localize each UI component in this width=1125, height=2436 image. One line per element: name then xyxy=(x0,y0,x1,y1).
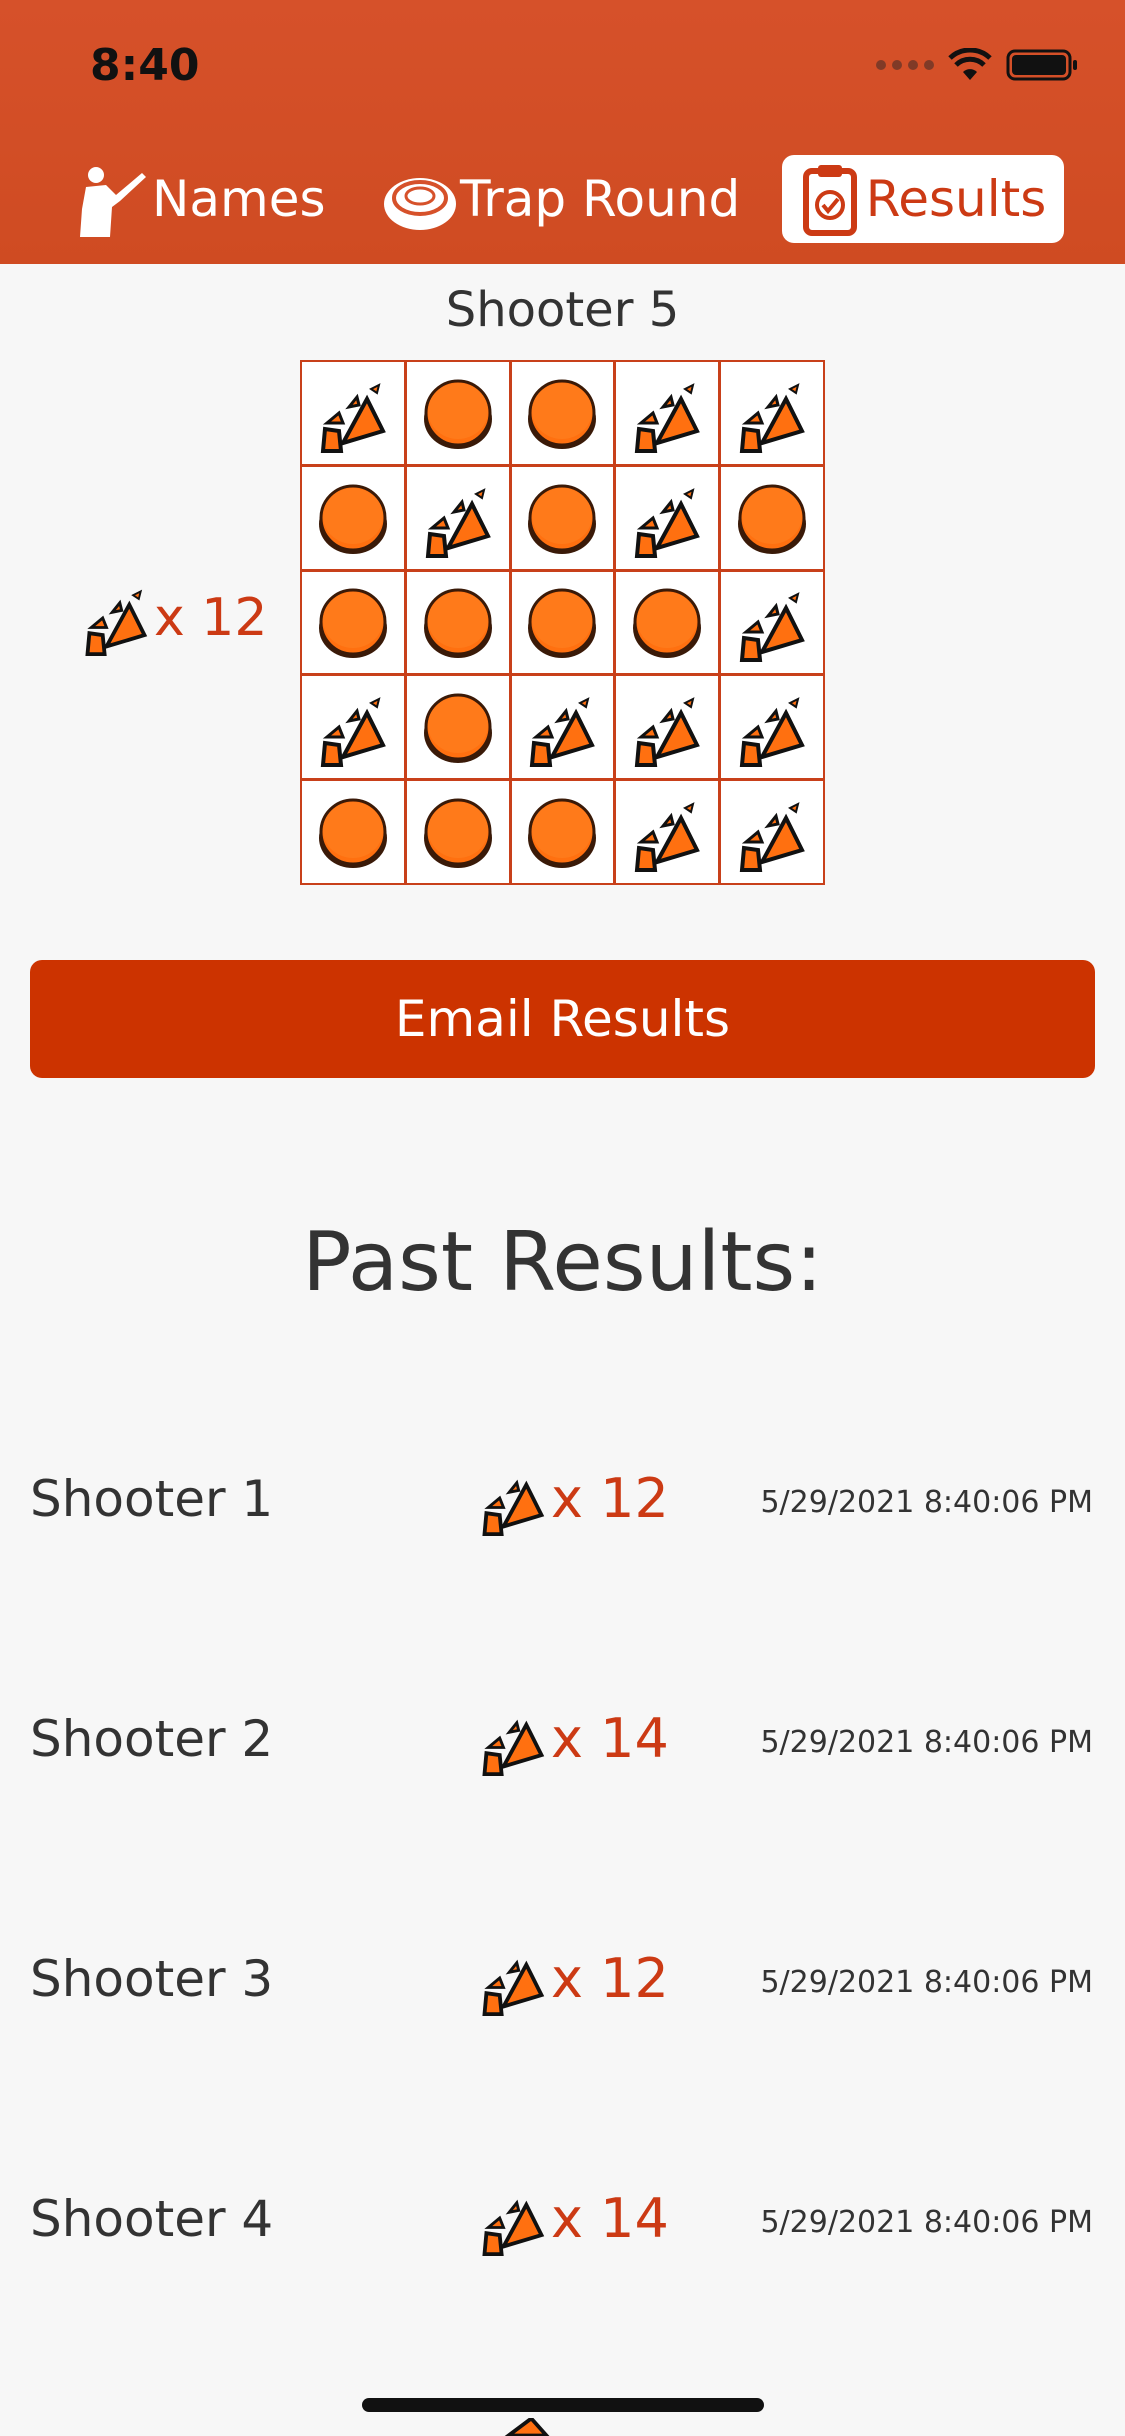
broken-clay-icon xyxy=(635,487,701,558)
clay-target-icon xyxy=(423,798,492,869)
grid-cell-miss xyxy=(406,571,509,674)
past-result-date: 5/29/2021 8:40:06 PM xyxy=(760,1725,1093,1760)
grid-cell-hit xyxy=(406,466,509,569)
grid-cell-miss xyxy=(406,676,509,779)
clay-target-icon xyxy=(423,693,492,764)
grid-cell-miss xyxy=(721,466,823,569)
clay-target-icon xyxy=(318,484,387,554)
grid-cell-hit xyxy=(616,362,719,464)
clay-target-icon xyxy=(384,178,456,230)
past-result-score-text: x 14 xyxy=(551,1706,669,1770)
grid-cell-hit xyxy=(721,571,823,674)
past-result-score: x 12 xyxy=(475,1460,669,1536)
broken-clay-icon xyxy=(425,487,491,558)
clay-target-icon xyxy=(528,588,597,659)
current-shooter-title: Shooter 5 xyxy=(445,282,680,338)
current-hit-summary: x 12 xyxy=(78,580,267,656)
grid-cell-hit xyxy=(721,676,823,779)
grid-cell-hit xyxy=(721,781,823,883)
status-icons xyxy=(876,48,1080,82)
shot-grid xyxy=(300,360,825,885)
home-indicator xyxy=(362,2398,764,2412)
broken-clay-icon xyxy=(320,383,386,453)
status-time: 8:40 xyxy=(90,40,200,91)
grid-cell-miss xyxy=(302,571,404,674)
grid-cell-hit xyxy=(302,676,404,779)
top-bar: 8:40 Names Trap Round Results xyxy=(0,0,1125,264)
clay-target-icon xyxy=(318,798,387,869)
broken-clay-icon xyxy=(482,1479,545,1536)
clay-target-icon xyxy=(738,484,807,554)
grid-cell-hit xyxy=(616,676,719,779)
past-result-score: x 12 xyxy=(475,1940,669,2016)
grid-cell-hit xyxy=(511,676,614,779)
grid-cell-miss xyxy=(406,781,509,883)
clay-target-icon xyxy=(423,588,492,659)
grid-cell-miss xyxy=(511,781,614,883)
broken-clay-icon xyxy=(504,2418,550,2436)
past-result-score-text: x 12 xyxy=(551,1946,669,2010)
broken-clay-icon xyxy=(739,592,805,663)
past-result-date: 5/29/2021 8:40:06 PM xyxy=(760,1485,1093,1520)
email-results-button[interactable]: Email Results xyxy=(30,960,1095,1078)
grid-cell-miss xyxy=(302,781,404,883)
past-result-score-text: x 12 xyxy=(551,1466,669,1530)
clay-target-icon xyxy=(423,379,492,449)
shooter-icon xyxy=(80,167,146,237)
clipboard-check-icon xyxy=(802,165,857,236)
past-result-name: Shooter 3 xyxy=(30,1950,274,2008)
past-result-name: Shooter 2 xyxy=(30,1710,274,1768)
past-result-score: x 14 xyxy=(475,1700,669,1776)
tab-names-label: Names xyxy=(152,170,326,228)
broken-clay-icon xyxy=(739,802,805,873)
grid-cell-miss xyxy=(302,466,404,569)
broken-clay-icon xyxy=(635,383,701,453)
broken-clay-icon xyxy=(482,2199,545,2256)
past-result-date: 5/29/2021 8:40:06 PM xyxy=(760,2205,1093,2240)
clay-target-icon xyxy=(633,588,702,659)
broken-clay-icon xyxy=(635,802,701,873)
clay-target-icon xyxy=(318,588,387,659)
past-result-row: Shooter 4 x 14 5/29/2021 8:40:06 PM xyxy=(0,2160,1125,2280)
grid-cell-miss xyxy=(406,362,509,464)
grid-cell-hit xyxy=(721,362,823,464)
tab-results-label: Results xyxy=(865,170,1047,228)
wifi-icon xyxy=(948,48,992,80)
clay-target-icon xyxy=(528,798,597,869)
tab-names[interactable]: Names xyxy=(72,155,326,243)
grid-cell-hit xyxy=(616,781,719,883)
past-result-row: Shooter 3 x 12 5/29/2021 8:40:06 PM xyxy=(0,1920,1125,2040)
grid-cell-miss xyxy=(616,571,719,674)
broken-clay-icon xyxy=(482,1959,545,2016)
grid-cell-hit xyxy=(616,466,719,569)
grid-cell-hit xyxy=(302,362,404,464)
past-result-name: Shooter 1 xyxy=(30,1470,274,1528)
tab-trap-round[interactable]: Trap Round xyxy=(380,155,740,243)
past-result-name: Shooter 4 xyxy=(30,2190,274,2248)
tab-bar: Names Trap Round Results xyxy=(0,155,1125,245)
grid-cell-miss xyxy=(511,362,614,464)
clay-target-icon xyxy=(528,379,597,449)
past-result-row: Shooter 2 x 14 5/29/2021 8:40:06 PM xyxy=(0,1680,1125,1800)
signal-dots-icon xyxy=(876,60,934,70)
broken-clay-icon xyxy=(635,697,701,768)
broken-clay-icon xyxy=(482,1719,545,1776)
tab-trap-round-label: Trap Round xyxy=(460,170,741,228)
broken-clay-icon xyxy=(320,697,386,768)
tab-results[interactable]: Results xyxy=(782,155,1064,243)
grid-cell-miss xyxy=(511,571,614,674)
past-result-score: x 14 xyxy=(475,2180,669,2256)
battery-icon xyxy=(1006,49,1077,81)
past-result-score-text: x 14 xyxy=(551,2186,669,2250)
clay-target-icon xyxy=(528,484,597,554)
grid-cell-miss xyxy=(511,466,614,569)
broken-clay-icon xyxy=(739,697,805,768)
past-result-row: Shooter 1 x 12 5/29/2021 8:40:06 PM xyxy=(0,1440,1125,1560)
broken-clay-icon xyxy=(530,697,596,768)
past-results-title: Past Results: xyxy=(302,1215,823,1310)
broken-clay-icon xyxy=(85,589,148,656)
current-hit-count: x 12 xyxy=(154,588,268,648)
broken-clay-icon xyxy=(739,383,805,453)
past-result-date: 5/29/2021 8:40:06 PM xyxy=(760,1965,1093,2000)
